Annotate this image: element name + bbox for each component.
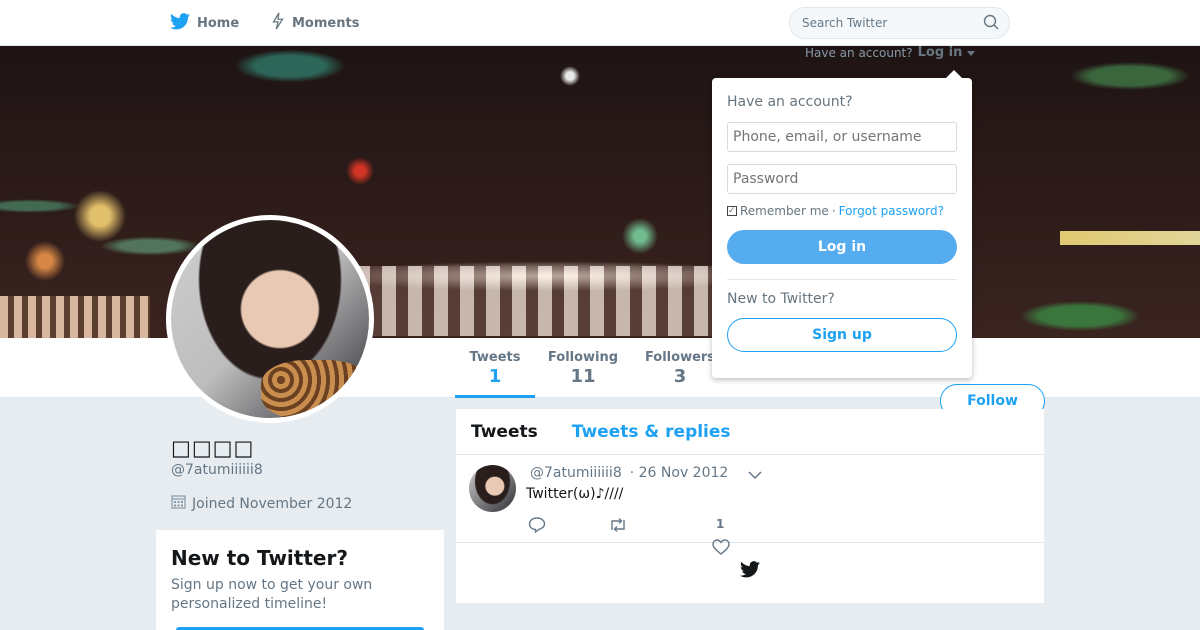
tweet-date[interactable]: · 26 Nov 2012 (630, 465, 729, 481)
login-dropdown: Have an account? ✓ Remember me · Forgot … (712, 70, 972, 378)
stat-following[interactable]: Following 11 (545, 338, 621, 398)
search-icon[interactable] (983, 14, 999, 33)
tweet[interactable]: @7atumiiiiii8 · 26 Nov 2012 Twitter(ω)♪/… (456, 455, 1044, 543)
nav-moments-label: Moments (292, 15, 360, 31)
stat-value: 11 (570, 366, 596, 387)
login-button[interactable]: Log in (727, 230, 957, 264)
account-prompt-text: Have an account? (805, 45, 913, 60)
reply-icon[interactable] (528, 517, 546, 537)
signup-card: New to Twitter? Sign up now to get your … (156, 530, 444, 630)
banner-decoration (330, 266, 750, 336)
stat-label: Tweets (469, 350, 521, 365)
password-field[interactable] (727, 164, 957, 194)
timeline: Tweets Tweets & replies @7atumiiiiii8 · … (456, 409, 1044, 603)
account-prompt: Have an account? Log in (805, 45, 976, 60)
divider (727, 279, 957, 280)
tab-tweets[interactable]: Tweets (471, 422, 538, 442)
chevron-down-icon[interactable] (748, 465, 762, 484)
search-input[interactable]: Search Twitter (789, 7, 1010, 39)
banner-decoration (0, 296, 150, 338)
remember-me-checkbox[interactable]: ✓ (727, 206, 737, 216)
search-placeholder: Search Twitter (802, 16, 888, 30)
nav-moments[interactable]: Moments (271, 0, 359, 46)
signup-card-text: Sign up now to get your own personalized… (171, 577, 373, 612)
remember-me-row: ✓ Remember me · Forgot password? (727, 204, 957, 218)
lightning-icon (271, 12, 285, 34)
stat-label: Following (547, 350, 619, 365)
stat-tweets[interactable]: Tweets 1 (455, 338, 535, 398)
banner-decoration (1060, 231, 1200, 245)
signup-card-title: New to Twitter? (171, 546, 348, 570)
nav-home-label: Home (197, 15, 240, 31)
twitter-bird-icon (170, 12, 190, 34)
stat-value: 1 (488, 366, 502, 387)
stat-value: 3 (673, 366, 687, 387)
like-count: 1 (716, 517, 725, 531)
new-to-twitter-label: New to Twitter? (727, 291, 835, 307)
tab-tweets-and-replies[interactable]: Tweets & replies (572, 422, 731, 442)
profile-name[interactable]: □□□□ (171, 436, 254, 460)
caret-down-icon[interactable] (967, 46, 976, 60)
retweet-icon[interactable] (608, 517, 628, 537)
calendar-icon (171, 494, 186, 513)
stat-label: Followers (644, 350, 716, 365)
tweet-handle[interactable]: @7atumiiiiii8 (530, 465, 622, 481)
stat-followers[interactable]: Followers 3 (640, 338, 720, 398)
tweet-text: Twitter(ω)♪//// (526, 486, 624, 502)
forgot-password-link[interactable]: Forgot password? (839, 204, 944, 218)
nav-home[interactable]: Home (170, 0, 239, 46)
profile-avatar[interactable] (166, 215, 374, 423)
heart-icon[interactable] (712, 539, 730, 559)
remember-me-label[interactable]: Remember me (740, 204, 829, 218)
twitter-bird-icon (740, 561, 760, 582)
login-dropdown-title: Have an account? (727, 94, 853, 110)
top-navigation-bar: Home Moments Search Twitter (0, 0, 1200, 46)
separator-dot: · (831, 204, 836, 218)
signup-button[interactable]: Sign up (727, 318, 957, 352)
username-field[interactable] (727, 122, 957, 152)
profile-handle[interactable]: @7atumiiiiii8 (171, 462, 263, 478)
tweet-header: @7atumiiiiii8 · 26 Nov 2012 (530, 465, 728, 481)
joined-date: Joined November 2012 (171, 494, 352, 513)
tweet-avatar[interactable] (469, 465, 516, 512)
login-dropdown-toggle[interactable]: Log in (918, 45, 963, 60)
timeline-tabs: Tweets Tweets & replies (456, 409, 1044, 455)
joined-text: Joined November 2012 (192, 495, 353, 512)
